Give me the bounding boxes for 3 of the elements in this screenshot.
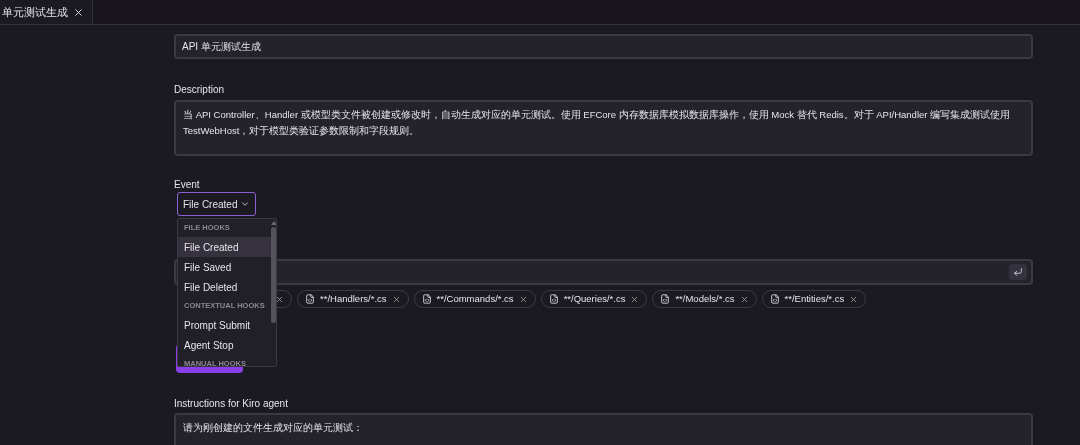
field-label: Event <box>174 178 201 192</box>
field-label: Instructions for Kiro agent <box>174 397 289 411</box>
field-label: Description <box>174 83 226 97</box>
